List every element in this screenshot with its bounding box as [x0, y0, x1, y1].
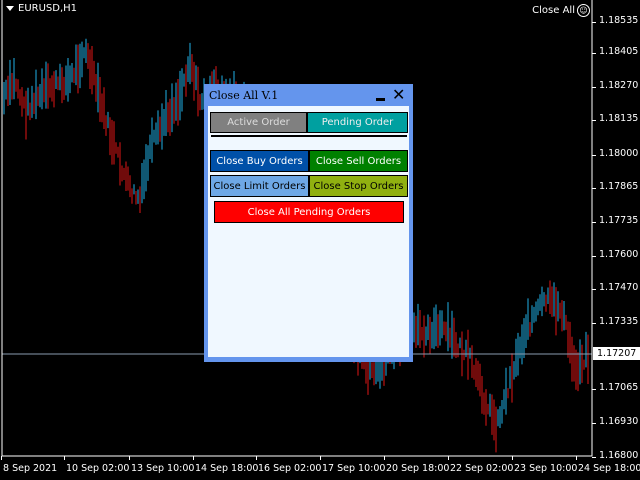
time-tick — [576, 456, 577, 460]
price-tick — [592, 256, 596, 257]
price-tick — [592, 222, 596, 223]
price-tick — [592, 323, 596, 324]
time-tick-label: 23 Sep 10:00 — [514, 463, 578, 474]
time-tick — [512, 456, 513, 460]
time-tick-label: 17 Sep 10:00 — [322, 463, 386, 474]
tab-active-order[interactable]: Active Order — [210, 112, 307, 133]
close-all-indicator: Close All ☺ — [532, 4, 590, 17]
price-tick-label: 1.17065 — [599, 382, 639, 393]
current-price-label: 1.17207 — [593, 347, 640, 360]
price-tick — [592, 155, 596, 156]
dialog-title: Close All V.1 — [209, 89, 279, 102]
price-tick — [592, 22, 596, 23]
close-all-pending-orders-button[interactable]: Close All Pending Orders — [214, 201, 404, 223]
price-tick — [592, 423, 596, 424]
time-tick — [64, 456, 65, 460]
price-tick — [592, 457, 596, 458]
price-tick-label: 1.17600 — [599, 249, 639, 260]
price-tick-label: 1.18405 — [599, 46, 639, 57]
time-tick-label: 8 Sep 2021 — [3, 463, 58, 474]
symbol-text: EURUSD,H1 — [18, 3, 78, 14]
price-tick-label: 1.18535 — [599, 15, 639, 26]
time-tick-label: 22 Sep 02:00 — [450, 463, 514, 474]
time-tick-label: 20 Sep 18:00 — [386, 463, 450, 474]
price-tick-label: 1.16930 — [599, 416, 639, 427]
price-tick-label: 1.18000 — [599, 148, 639, 159]
close-all-label: Close All — [532, 5, 575, 16]
smiley-icon: ☺ — [577, 4, 590, 17]
dialog-body: Active Order Pending Order Close Buy Ord… — [208, 106, 409, 357]
time-tick-label: 10 Sep 02:00 — [66, 463, 130, 474]
price-tick-label: 1.18135 — [599, 113, 639, 124]
time-tick — [129, 456, 130, 460]
close-buy-orders-button[interactable]: Close Buy Orders — [210, 150, 309, 172]
price-tick — [592, 53, 596, 54]
price-tick — [592, 389, 596, 390]
close-limit-orders-button[interactable]: Close Limit Orders — [210, 175, 309, 197]
price-tick — [592, 188, 596, 189]
time-tick — [193, 456, 194, 460]
tab-pending-order[interactable]: Pending Order — [307, 112, 408, 133]
time-tick — [384, 456, 385, 460]
price-tick-label: 1.18270 — [599, 80, 639, 91]
time-tick-label: 24 Sep 18:00 — [578, 463, 640, 474]
price-tick — [592, 289, 596, 290]
time-tick — [448, 456, 449, 460]
price-tick-label: 1.17470 — [599, 282, 639, 293]
close-sell-orders-button[interactable]: Close Sell Orders — [309, 150, 408, 172]
minimize-icon[interactable] — [376, 98, 385, 101]
time-tick — [256, 456, 257, 460]
time-tick — [1, 456, 2, 460]
time-tick-label: 14 Sep 18:00 — [195, 463, 259, 474]
price-tick-label: 1.17865 — [599, 181, 639, 192]
price-tick — [592, 120, 596, 121]
time-tick-label: 13 Sep 10:00 — [131, 463, 195, 474]
close-stop-orders-button[interactable]: Close Stop Orders — [309, 175, 408, 197]
close-icon[interactable]: ✕ — [392, 85, 405, 104]
dropdown-triangle-icon[interactable] — [6, 6, 14, 11]
close-all-dialog[interactable]: Close All V.1 ✕ Active Order Pending Ord… — [204, 84, 413, 362]
price-tick-label: 1.16800 — [599, 450, 639, 461]
divider — [211, 135, 407, 137]
symbol-label[interactable]: EURUSD,H1 — [6, 3, 77, 14]
time-tick-label: 16 Sep 02:00 — [258, 463, 322, 474]
price-tick-label: 1.17735 — [599, 215, 639, 226]
price-tick-label: 1.17335 — [599, 316, 639, 327]
price-tick — [592, 87, 596, 88]
time-tick — [320, 456, 321, 460]
